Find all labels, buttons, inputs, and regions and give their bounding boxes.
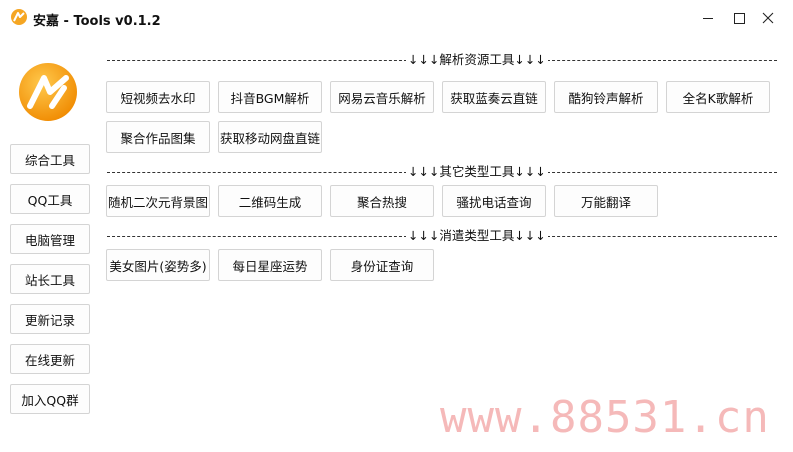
tool-hot-search[interactable]: 聚合热搜 [330, 185, 434, 217]
section-title: ↓↓↓消遣类型工具↓↓↓ [406, 228, 548, 243]
maximize-icon[interactable] [729, 8, 749, 28]
sidebar-item-webmaster[interactable]: 站长工具 [10, 264, 90, 294]
tool-beauty-pictures[interactable]: 美女图片(姿势多) [106, 249, 210, 281]
tool-quanmin-kge[interactable]: 全名K歌解析 [666, 81, 770, 113]
tool-netease-music[interactable]: 网易云音乐解析 [330, 81, 434, 113]
tool-mobile-cloud-direct-link[interactable]: 获取移动网盘直链 [218, 121, 322, 153]
section-title: ↓↓↓解析资源工具↓↓↓ [406, 52, 548, 67]
sidebar-item-join-qq-group[interactable]: 加入QQ群 [10, 384, 90, 414]
tool-video-watermark-remove[interactable]: 短视频去水印 [106, 81, 210, 113]
tool-kugou-ringtone[interactable]: 酷狗铃声解析 [554, 81, 658, 113]
sidebar-item-qq[interactable]: QQ工具 [10, 184, 90, 214]
section-header-leisure-tools: ↓↓↓消遣类型工具↓↓↓ [107, 229, 777, 243]
brand-logo-icon [19, 63, 77, 121]
section-header-resource-parsing: ↓↓↓解析资源工具↓↓↓ [107, 53, 777, 67]
tool-aggregate-gallery[interactable]: 聚合作品图集 [106, 121, 210, 153]
section-title: ↓↓↓其它类型工具↓↓↓ [406, 164, 548, 179]
sidebar-item-online-update[interactable]: 在线更新 [10, 344, 90, 374]
tool-spam-call-lookup[interactable]: 骚扰电话查询 [442, 185, 546, 217]
window-title: 安嘉 - Tools v0.1.2 [33, 14, 161, 29]
section-header-other-tools: ↓↓↓其它类型工具↓↓↓ [107, 165, 777, 179]
tool-qrcode-generate[interactable]: 二维码生成 [218, 185, 322, 217]
tool-douyin-bgm[interactable]: 抖音BGM解析 [218, 81, 322, 113]
sidebar-item-changelog[interactable]: 更新记录 [10, 304, 90, 334]
tool-daily-horoscope[interactable]: 每日星座运势 [218, 249, 322, 281]
app-logo-icon [11, 9, 27, 25]
tool-random-anime-wallpaper[interactable]: 随机二次元背景图 [106, 185, 210, 217]
watermark-text: www.88531.cn [440, 392, 770, 443]
sidebar-item-pc-manage[interactable]: 电脑管理 [10, 224, 90, 254]
title-bar: 安嘉 - Tools v0.1.2 [0, 0, 793, 36]
sidebar-item-general[interactable]: 综合工具 [10, 144, 90, 174]
tool-id-card-lookup[interactable]: 身份证查询 [330, 249, 434, 281]
close-icon[interactable] [758, 8, 778, 28]
tool-universal-translate[interactable]: 万能翻译 [554, 185, 658, 217]
minimize-icon[interactable] [698, 8, 718, 28]
tool-lanzou-direct-link[interactable]: 获取蓝奏云直链 [442, 81, 546, 113]
